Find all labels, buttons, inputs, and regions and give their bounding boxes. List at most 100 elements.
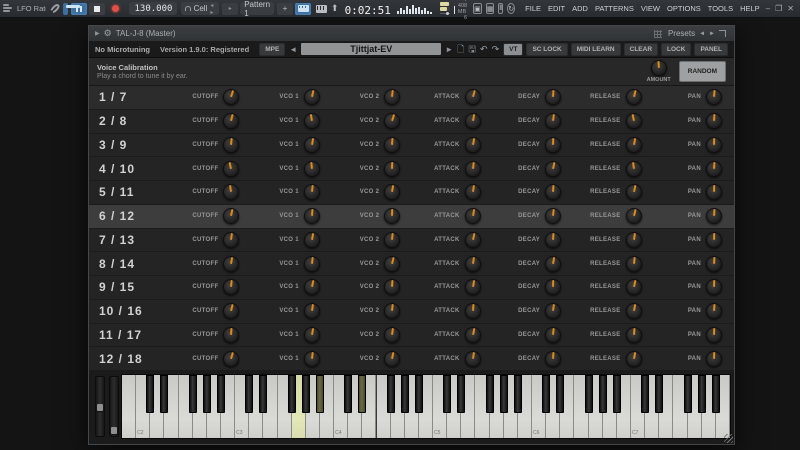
vco-1-knob[interactable]	[303, 303, 320, 320]
decay-knob[interactable]	[545, 303, 562, 320]
cutoff-knob[interactable]	[223, 350, 240, 367]
vco-2-knob[interactable]	[384, 208, 401, 225]
vco-1-knob[interactable]	[303, 231, 320, 248]
vco-1-knob[interactable]	[303, 279, 320, 296]
black-key-Gs6[interactable]	[598, 375, 607, 413]
clear-button[interactable]: CLEAR	[623, 42, 659, 56]
pattern-selector[interactable]: Pattern 1	[240, 0, 275, 18]
save-preset-icon[interactable]: 🖫	[468, 44, 476, 54]
pan-knob[interactable]	[705, 208, 722, 225]
black-key-Ds6[interactable]	[556, 375, 565, 413]
pan-knob[interactable]	[705, 326, 722, 343]
black-key-As4[interactable]	[414, 375, 423, 413]
vco-1-knob[interactable]	[303, 136, 320, 153]
cell-selector[interactable]: Cell ◂ ▸	[181, 2, 220, 16]
pattern-song-switch[interactable]	[63, 2, 81, 15]
decay-knob[interactable]	[545, 326, 562, 343]
white-key-B1[interactable]	[122, 375, 137, 438]
attack-knob[interactable]	[464, 326, 481, 343]
release-knob[interactable]	[625, 89, 642, 106]
random-button[interactable]: RANDOM	[678, 61, 726, 82]
decay-knob[interactable]	[545, 231, 562, 248]
release-knob[interactable]	[625, 279, 642, 296]
vco-2-knob[interactable]	[384, 89, 401, 106]
decay-knob[interactable]	[545, 184, 562, 201]
attack-knob[interactable]	[464, 113, 481, 130]
panel-button[interactable]: PANEL	[694, 42, 728, 56]
pan-knob[interactable]	[705, 279, 722, 296]
gear-icon[interactable]: ⚙	[104, 28, 112, 39]
black-key-Cs3[interactable]	[245, 375, 254, 413]
black-key-Ds3[interactable]	[259, 375, 268, 413]
menu-item-help[interactable]: HELP	[740, 4, 760, 13]
arrow-up-icon[interactable]: ⬆	[331, 3, 339, 14]
vco-2-knob[interactable]	[384, 160, 401, 177]
decay-knob[interactable]	[545, 136, 562, 153]
pan-knob[interactable]	[705, 113, 722, 130]
mod-wheel[interactable]	[109, 376, 119, 437]
minimize-button[interactable]: –	[766, 4, 770, 13]
vco-2-knob[interactable]	[384, 184, 401, 201]
close-button[interactable]: ✕	[787, 4, 794, 13]
cutoff-knob[interactable]	[223, 89, 240, 106]
microtuning-label[interactable]: No Microtuning	[95, 45, 150, 54]
black-key-Ds4[interactable]	[358, 375, 367, 413]
black-key-Gs5[interactable]	[499, 375, 508, 413]
pan-knob[interactable]	[705, 89, 722, 106]
vco-2-knob[interactable]	[384, 350, 401, 367]
pan-knob[interactable]	[705, 303, 722, 320]
main-volume-knob[interactable]	[48, 2, 61, 15]
add-pattern-button[interactable]: +	[277, 2, 294, 15]
decay-knob[interactable]	[545, 350, 562, 367]
vco-1-knob[interactable]	[303, 255, 320, 272]
black-key-Gs3[interactable]	[301, 375, 310, 413]
voice-row-9[interactable]: 9 / 15 CUTOFF VCO 1 VCO 2 ATTACK DECAY RELEASE…	[89, 276, 734, 300]
attack-knob[interactable]	[464, 160, 481, 177]
voice-row-7[interactable]: 7 / 13 CUTOFF VCO 1 VCO 2 ATTACK DECAY RELEASE…	[89, 228, 734, 253]
black-key-Gs2[interactable]	[202, 375, 211, 413]
release-knob[interactable]	[625, 326, 642, 343]
release-knob[interactable]	[625, 208, 642, 225]
attack-knob[interactable]	[464, 350, 481, 367]
attack-knob[interactable]	[464, 303, 481, 320]
vco-1-knob[interactable]	[303, 160, 320, 177]
black-key-Cs2[interactable]	[146, 375, 155, 413]
voice-row-12[interactable]: 12 / 18 CUTOFF VCO 1 VCO 2 ATTACK DECAY RELEAS…	[89, 347, 734, 371]
black-key-Cs6[interactable]	[542, 375, 551, 413]
plugin-sliders-icon[interactable]: ⫴	[498, 3, 504, 14]
pitch-wheel[interactable]	[95, 376, 105, 437]
black-key-Ds7[interactable]	[655, 375, 664, 413]
vco-2-knob[interactable]	[384, 113, 401, 130]
preset-prev-icon[interactable]: ◄	[699, 31, 705, 37]
black-key-As5[interactable]	[513, 375, 522, 413]
vco-2-knob[interactable]	[384, 231, 401, 248]
black-key-As7[interactable]	[711, 375, 720, 413]
redo-icon[interactable]: ↷	[492, 44, 500, 54]
release-knob[interactable]	[625, 136, 642, 153]
plugin-grid-icon[interactable]	[653, 29, 662, 38]
pan-knob[interactable]	[705, 136, 722, 153]
black-key-Ds2[interactable]	[160, 375, 169, 413]
vco-1-knob[interactable]	[303, 184, 320, 201]
decay-knob[interactable]	[545, 113, 562, 130]
lock-button[interactable]: LOCK	[661, 42, 692, 56]
new-preset-icon[interactable]: 🗋	[457, 44, 464, 54]
vco-2-knob[interactable]	[384, 255, 401, 272]
preset-next-arrow[interactable]: ►	[445, 45, 453, 54]
menu-item-edit[interactable]: EDIT	[548, 4, 565, 13]
voice-row-11[interactable]: 11 / 17 CUTOFF VCO 1 VCO 2 ATTACK DECAY RELEAS…	[89, 323, 734, 348]
amount-knob[interactable]	[650, 60, 667, 76]
voice-row-4[interactable]: 4 / 10 CUTOFF VCO 1 VCO 2 ATTACK DECAY RELEASE…	[89, 157, 734, 181]
recording-panel-icon[interactable]: ▣	[473, 3, 482, 14]
tempo-display[interactable]: 130.000	[129, 2, 178, 15]
black-key-Gs7[interactable]	[697, 375, 706, 413]
pan-knob[interactable]	[705, 160, 722, 177]
preset-next-icon[interactable]: ►	[709, 31, 715, 37]
cutoff-knob[interactable]	[223, 208, 240, 225]
voice-row-2[interactable]: 2 / 8 CUTOFF VCO 1 VCO 2 ATTACK DECAY RELEASE P…	[89, 109, 734, 134]
menu-item-tools[interactable]: TOOLS	[708, 4, 733, 13]
menu-item-options[interactable]: OPTIONS	[667, 4, 701, 13]
cutoff-knob[interactable]	[223, 184, 240, 201]
black-key-Cs7[interactable]	[641, 375, 650, 413]
menu-item-file[interactable]: FILE	[525, 4, 541, 13]
